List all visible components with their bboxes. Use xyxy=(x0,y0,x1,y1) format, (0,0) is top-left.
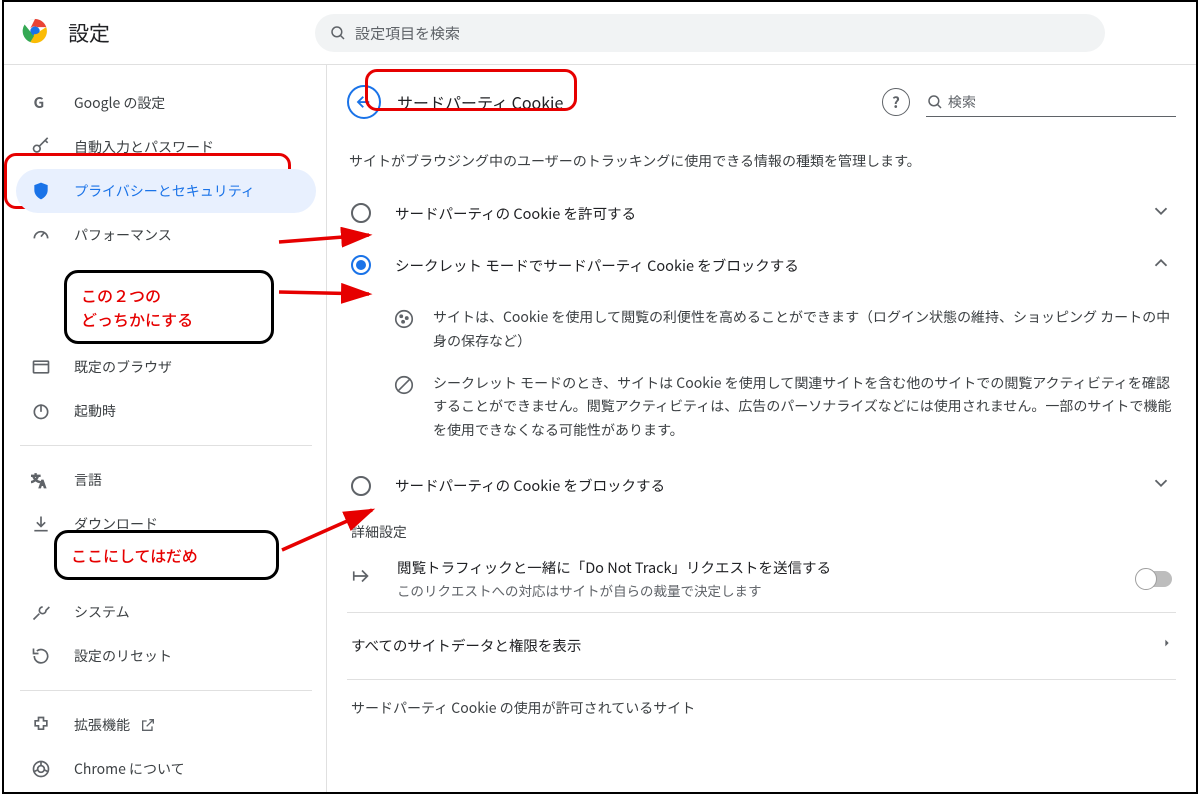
cookie-icon xyxy=(393,308,417,335)
row-divider xyxy=(347,612,1176,613)
sidebar-item-label: 既定のブラウザ xyxy=(74,357,172,377)
external-link-icon xyxy=(140,717,156,733)
sidebar-item-label: 起動時 xyxy=(74,401,116,421)
dnt-subtitle: このリクエストへの対応はサイトが自らの裁量で決定します xyxy=(397,580,831,600)
sidebar-item-performance[interactable]: パフォーマンス xyxy=(16,213,316,257)
download-icon xyxy=(30,513,52,535)
sidebar-item-privacy[interactable]: プライバシーとセキュリティ xyxy=(16,169,316,213)
arrow-left-icon xyxy=(355,93,373,111)
google-g-icon: G xyxy=(30,92,52,114)
question-mark-icon: ? xyxy=(892,92,900,113)
reset-icon xyxy=(30,645,52,667)
svg-text:G: G xyxy=(34,93,45,113)
all-site-data-row[interactable]: すべてのサイトデータと権限を表示 xyxy=(347,617,1176,675)
sidebar-item-startup[interactable]: 起動時 xyxy=(16,389,316,433)
sidebar-divider xyxy=(20,445,312,446)
sidebar-item-label: 自動入力とパスワード xyxy=(74,137,214,157)
sidebar-item-language[interactable]: 文A 言語 xyxy=(16,458,316,502)
info-row-cookie: サイトは、Cookie を使用して閲覧の利便性を高めることができます（ログイン状… xyxy=(393,297,1176,363)
sidebar-item-label: 言語 xyxy=(74,470,102,490)
dnt-toggle[interactable] xyxy=(1136,571,1172,587)
sidebar-item-google[interactable]: G Google の設定 xyxy=(16,81,316,125)
dnt-row[interactable]: 閲覧トラフィックと一緒に「Do Not Track」リクエストを送信する このリ… xyxy=(347,550,1176,608)
sidebar-item-label: プライバシーとセキュリティ xyxy=(74,181,255,201)
search-icon xyxy=(329,24,347,42)
topbar: 設定 設定項目を検索 xyxy=(4,2,1196,64)
section-intro: サイトがブラウジング中のユーザーのトラッキングに使用できる情報の種類を管理します… xyxy=(349,151,1176,171)
sidebar-item-label: Google の設定 xyxy=(74,93,165,113)
settings-window: 設定 設定項目を検索 G Google の設定 自動入力とパスワード プライバシ… xyxy=(2,0,1198,794)
row-divider xyxy=(347,679,1176,680)
expand-button[interactable] xyxy=(1150,472,1172,499)
chrome-icon xyxy=(22,18,48,49)
expand-button[interactable] xyxy=(1150,200,1172,227)
sidebar-item-label: システム xyxy=(74,602,130,622)
chevron-down-icon xyxy=(1150,472,1172,494)
radio-label: シークレット モードでサードパーティ Cookie をブロックする xyxy=(395,255,799,276)
sidebar-item-default-browser[interactable]: 既定のブラウザ xyxy=(16,345,316,389)
top-search-placeholder: 設定項目を検索 xyxy=(355,23,460,44)
chrome-small-icon xyxy=(30,758,52,780)
radio-icon xyxy=(351,476,371,496)
section-search-input[interactable]: 検索 xyxy=(926,87,1176,117)
info-text: サイトは、Cookie を使用して閲覧の利便性を高めることができます（ログイン状… xyxy=(433,306,1176,354)
send-icon xyxy=(351,565,375,592)
svg-text:A: A xyxy=(39,476,46,491)
chevron-down-icon xyxy=(1150,200,1172,222)
radio-expanded-content: サイトは、Cookie を使用して閲覧の利便性を高めることができます（ログイン状… xyxy=(347,291,1176,460)
sidebar-item-label: Chrome について xyxy=(74,759,185,779)
sidebar-item-extensions[interactable]: 拡張機能 xyxy=(16,703,316,747)
advanced-label: 詳細設定 xyxy=(351,522,1176,542)
radio-icon xyxy=(351,203,371,223)
collapse-button[interactable] xyxy=(1150,252,1172,279)
section-search-placeholder: 検索 xyxy=(948,92,976,112)
sidebar: G Google の設定 自動入力とパスワード プライバシーとセキュリティ パフ… xyxy=(4,65,326,792)
annotation-dont-choose: ここにしてはだめ xyxy=(54,530,279,580)
back-button[interactable] xyxy=(347,85,381,119)
radio-label: サードパーティの Cookie をブロックする xyxy=(395,475,665,496)
sidebar-item-system[interactable]: システム xyxy=(16,590,316,634)
dnt-title: 閲覧トラフィックと一緒に「Do Not Track」リクエストを送信する xyxy=(397,557,831,578)
page-title: 設定 xyxy=(68,18,110,48)
main-header: サードパーティ Cookie ? 検索 xyxy=(347,79,1176,123)
body-layout: G Google の設定 自動入力とパスワード プライバシーとセキュリティ パフ… xyxy=(4,65,1196,792)
annotation-choose-one: この２つの どっちかにする xyxy=(64,270,274,344)
browser-icon xyxy=(30,356,52,378)
radio-label: サードパーティの Cookie を許可する xyxy=(395,203,636,224)
radio-allow-cookies[interactable]: サードパーティの Cookie を許可する xyxy=(347,187,1176,239)
radio-block-all[interactable]: サードパーティの Cookie をブロックする xyxy=(347,460,1176,512)
page-section-title: サードパーティ Cookie xyxy=(395,86,565,118)
open-arrow xyxy=(1162,635,1172,656)
sidebar-item-reset[interactable]: 設定のリセット xyxy=(16,634,316,678)
shield-icon xyxy=(30,180,52,202)
help-button[interactable]: ? xyxy=(882,88,910,116)
main-content: サードパーティ Cookie ? 検索 サイトがブラウジング中のユーザーのトラッ… xyxy=(326,65,1196,792)
sidebar-item-about[interactable]: Chrome について xyxy=(16,747,316,791)
top-search-input[interactable]: 設定項目を検索 xyxy=(315,14,1105,52)
sidebar-item-label: 設定のリセット xyxy=(74,646,172,666)
search-icon xyxy=(926,93,944,111)
all-site-data-label: すべてのサイトデータと権限を表示 xyxy=(351,635,581,656)
sidebar-item-autofill[interactable]: 自動入力とパスワード xyxy=(16,125,316,169)
info-text: シークレット モードのとき、サイトは Cookie を使用して関連サイトを含む他… xyxy=(433,372,1176,443)
sidebar-item-label: パフォーマンス xyxy=(74,225,172,245)
wrench-icon xyxy=(30,601,52,623)
allowed-sites-label: サードパーティ Cookie の使用が許可されているサイト xyxy=(351,698,1176,718)
power-icon xyxy=(30,400,52,422)
chevron-up-icon xyxy=(1150,252,1172,274)
radio-icon-selected xyxy=(351,255,371,275)
dnt-text: 閲覧トラフィックと一緒に「Do Not Track」リクエストを送信する このリ… xyxy=(397,557,831,600)
speedometer-icon xyxy=(30,224,52,246)
extension-icon xyxy=(30,714,52,736)
translate-icon: 文A xyxy=(30,469,52,491)
radio-block-incognito[interactable]: シークレット モードでサードパーティ Cookie をブロックする xyxy=(347,239,1176,291)
sidebar-divider-2 xyxy=(20,690,312,691)
info-row-block: シークレット モードのとき、サイトは Cookie を使用して関連サイトを含む他… xyxy=(393,363,1176,452)
key-icon xyxy=(30,136,52,158)
sidebar-item-label: 拡張機能 xyxy=(74,715,130,735)
block-icon xyxy=(393,374,417,401)
